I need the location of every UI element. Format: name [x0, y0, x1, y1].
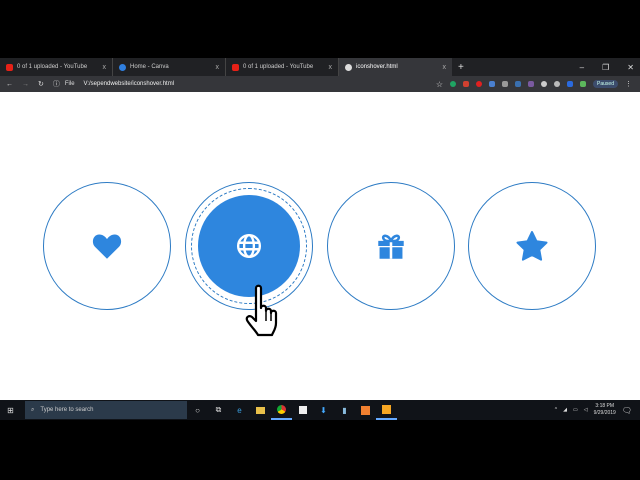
gift-icon-circle[interactable]	[327, 182, 455, 310]
star-icon-circle[interactable]	[468, 182, 596, 310]
gift-icon	[378, 234, 404, 259]
tab-title: 0 of 1 uploaded - YouTube	[17, 64, 88, 70]
page-content	[0, 92, 640, 400]
extension-icon[interactable]	[554, 81, 561, 87]
xampp-icon[interactable]	[355, 400, 376, 420]
close-tab-icon[interactable]: x	[216, 64, 220, 71]
forward-icon[interactable]: →	[22, 81, 29, 88]
tab-title: Home - Canva	[130, 64, 169, 70]
app-icon[interactable]: ⬇	[313, 400, 334, 420]
extension-icon[interactable]	[515, 81, 522, 87]
canva-icon	[119, 63, 126, 71]
globe-icon	[345, 63, 352, 71]
hand-pointer-cursor-icon	[245, 284, 278, 337]
tab-youtube-1[interactable]: 0 of 1 uploaded - YouTube x	[0, 58, 113, 76]
tab-youtube-2[interactable]: 0 of 1 uploaded - YouTube x	[226, 58, 339, 76]
new-tab-button[interactable]: +	[458, 62, 464, 73]
info-icon[interactable]: ⓘ	[53, 79, 60, 89]
tab-iconshover[interactable]: iconshover.html x	[339, 58, 452, 76]
heart-icon	[92, 234, 122, 259]
scheme-label: File	[64, 81, 75, 87]
maximize-button[interactable]: ❐	[602, 63, 609, 72]
extension-icon[interactable]	[463, 81, 470, 87]
taskbar: ⊞ ⌕ Type here to search ○ ⧉ e ⬇ ▮ ^ ◢ ▭ ◁…	[0, 400, 640, 420]
extension-icon[interactable]	[450, 81, 457, 87]
back-icon[interactable]: ←	[6, 81, 13, 88]
volume-icon[interactable]: ◁	[584, 407, 588, 413]
close-tab-icon[interactable]: x	[329, 64, 333, 71]
tab-bar: 0 of 1 uploaded - YouTube x Home - Canva x…	[0, 58, 640, 76]
app-icon[interactable]: ▮	[334, 400, 355, 420]
tab-title: iconshover.html	[356, 64, 398, 70]
extension-icon[interactable]	[489, 81, 496, 87]
star-icon	[516, 231, 548, 261]
tab-canva[interactable]: Home - Canva x	[113, 58, 226, 76]
task-view-icon[interactable]: ⧉	[208, 400, 229, 420]
file-explorer-icon[interactable]	[250, 400, 271, 420]
extension-icon[interactable]	[476, 81, 483, 87]
heart-icon-circle[interactable]	[43, 182, 171, 310]
youtube-icon	[6, 63, 13, 71]
address-bar: ← → ↻ ⓘ File V:/sependwebsite/iconshover…	[0, 76, 640, 92]
search-placeholder: Type here to search	[40, 407, 94, 413]
menu-kebab-icon[interactable]: ⋮	[625, 80, 632, 88]
tab-title: 0 of 1 uploaded - YouTube	[243, 64, 314, 70]
close-tab-icon[interactable]: x	[103, 64, 107, 71]
sublime-text-icon[interactable]	[376, 400, 397, 420]
tray-chevron-icon[interactable]: ^	[555, 407, 557, 413]
minimize-button[interactable]: –	[580, 63, 584, 72]
close-window-button[interactable]: ✕	[627, 63, 634, 72]
edge-icon[interactable]: e	[229, 400, 250, 420]
extension-icon[interactable]	[502, 81, 509, 87]
network-icon[interactable]: ◢	[563, 407, 567, 413]
notifications-icon[interactable]: 🗨	[622, 406, 632, 415]
bookmark-star-icon[interactable]: ☆	[436, 80, 443, 89]
globe-icon	[236, 233, 262, 259]
profile-paused-button[interactable]: Paused	[593, 80, 618, 88]
url-input[interactable]: V:/sependwebsite/iconshover.html	[84, 81, 175, 87]
clock[interactable]: 3:18 PM 9/29/2019	[594, 403, 616, 417]
extension-icon[interactable]	[541, 81, 548, 87]
date: 9/29/2019	[593, 410, 616, 416]
search-icon: ⌕	[31, 406, 35, 413]
store-icon[interactable]	[292, 400, 313, 420]
battery-icon[interactable]: ▭	[573, 407, 578, 413]
time: 3:18 PM	[595, 403, 615, 409]
chrome-icon[interactable]	[271, 400, 292, 420]
windows-start-icon[interactable]: ⊞	[0, 400, 21, 420]
close-tab-icon[interactable]: x	[443, 64, 447, 71]
taskbar-search-input[interactable]: ⌕ Type here to search	[25, 401, 187, 419]
extension-icon[interactable]	[580, 81, 587, 87]
cortana-icon[interactable]: ○	[187, 400, 208, 420]
extension-icon[interactable]	[567, 81, 574, 87]
extension-icon[interactable]	[528, 81, 535, 87]
reload-icon[interactable]: ↻	[38, 80, 44, 88]
youtube-icon	[232, 63, 239, 71]
